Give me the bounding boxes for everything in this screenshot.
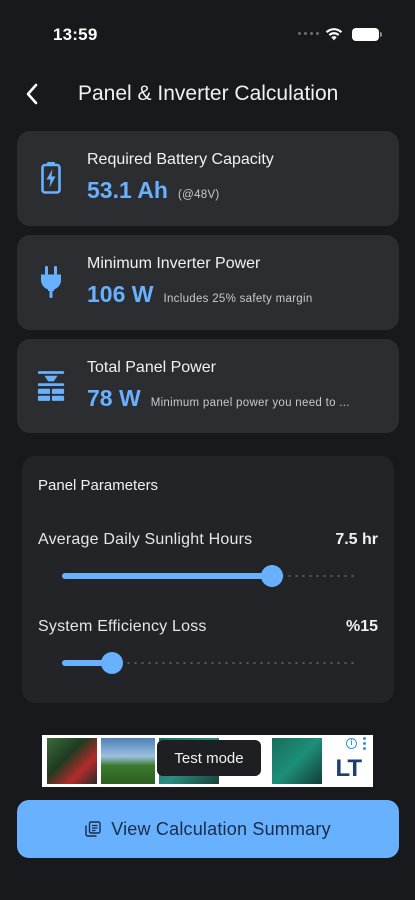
ad-product-image — [272, 738, 322, 784]
efficiency-loss-label: System Efficiency Loss — [38, 618, 207, 635]
efficiency-loss-value: %15 — [345, 618, 378, 635]
card-value: 53.1 Ah — [87, 177, 168, 203]
back-button[interactable] — [16, 78, 48, 110]
card-value-row: 53.1 Ah (@48V) — [87, 177, 220, 204]
panel-power-card: Total Panel Power 78 W Minimum panel pow… — [17, 339, 399, 433]
efficiency-loss-slider[interactable] — [62, 652, 354, 674]
slider-fill — [62, 573, 273, 579]
status-bar: 13:59 — [0, 0, 415, 62]
view-summary-label: View Calculation Summary — [111, 818, 331, 839]
slider-thumb[interactable] — [261, 565, 284, 587]
card-note: Includes 25% safety margin — [163, 293, 313, 305]
card-value: 106 W — [87, 281, 154, 307]
card-note: (@48V) — [177, 189, 220, 201]
view-summary-button[interactable]: View Calculation Summary — [17, 800, 399, 858]
card-value-row: 106 W Includes 25% safety margin — [87, 281, 313, 308]
summary-document-icon — [85, 821, 101, 837]
plug-icon — [37, 265, 65, 299]
battery-capacity-card: Required Battery Capacity 53.1 Ah (@48V) — [17, 131, 399, 226]
chevron-left-icon — [26, 83, 38, 105]
card-label: Minimum Inverter Power — [87, 255, 261, 272]
signal-icon — [298, 32, 319, 35]
test-mode-badge: Test mode — [157, 740, 261, 776]
status-time: 13:59 — [53, 25, 98, 44]
solar-panel-icon — [37, 369, 65, 403]
screen: 13:59 Panel & Inverter Calculation Requi… — [0, 0, 415, 900]
section-title: Panel Parameters — [38, 477, 159, 494]
ad-logo: LT — [335, 755, 362, 782]
battery-charging-icon — [37, 161, 65, 195]
sunlight-hours-value: 7.5 hr — [335, 531, 378, 548]
card-label: Total Panel Power — [87, 359, 216, 376]
card-value: 78 W — [87, 385, 141, 411]
sunlight-hours-slider[interactable] — [62, 565, 354, 587]
ad-product-image — [101, 738, 155, 784]
panel-parameters-section: Panel Parameters Average Daily Sunlight … — [22, 456, 394, 703]
slider-thumb[interactable] — [100, 652, 123, 674]
inverter-power-card: Minimum Inverter Power 106 W Includes 25… — [17, 235, 399, 330]
ad-product-image — [47, 738, 97, 784]
card-note: Minimum panel power you need to ... — [150, 397, 350, 409]
battery-status-icon — [352, 28, 382, 41]
ad-more-icon[interactable] — [363, 737, 367, 750]
ad-info-icon[interactable]: i — [346, 738, 357, 749]
page-title: Panel & Inverter Calculation — [78, 82, 339, 105]
sunlight-hours-label: Average Daily Sunlight Hours — [38, 531, 253, 548]
wifi-icon — [325, 28, 343, 41]
card-label: Required Battery Capacity — [87, 151, 274, 168]
card-value-row: 78 W Minimum panel power you need to ... — [87, 385, 350, 412]
